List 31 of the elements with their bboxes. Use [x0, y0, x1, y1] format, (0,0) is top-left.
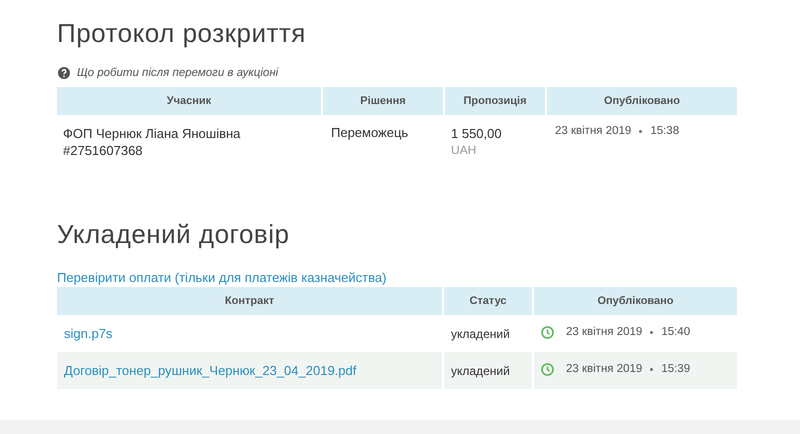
help-link[interactable]: Що робити після перемоги в аукціоні — [77, 67, 278, 79]
status-text: укладений — [451, 364, 510, 378]
participant-name: ФОП Чернюк Ліана Яношівна — [63, 125, 242, 142]
clock-icon — [541, 362, 554, 376]
column-header: Пропозиція — [445, 87, 545, 115]
column-header: Контракт — [57, 287, 442, 315]
bullet-icon — [639, 130, 642, 132]
section-title: Протокол розкриття — [57, 18, 307, 49]
column-header: Статус — [444, 287, 532, 315]
time-text: 15:38 — [650, 125, 680, 137]
bullet-icon — [650, 368, 654, 370]
time-text: 15:39 — [661, 363, 690, 375]
question-icon — [58, 67, 70, 79]
column-header: Опубліковано — [534, 287, 737, 315]
date-text: 23 квітня 2019 — [566, 326, 642, 338]
section-title: Укладений договір — [57, 219, 290, 250]
column-header: Рішення — [323, 87, 443, 115]
amount-text: 1 550,00 — [451, 125, 503, 142]
currency-text: UAH — [451, 142, 478, 159]
payments-link[interactable]: Перевірити оплати (тільки для платежів казначейства) — [57, 270, 737, 285]
date-text: 23 квітня 2019 — [566, 363, 642, 375]
date-text: 23 квітня 2019 — [555, 125, 632, 137]
decision-text: Переможець — [331, 125, 408, 140]
status-text: укладений — [451, 326, 510, 340]
file-link[interactable]: sign.p7s — [64, 326, 112, 341]
bullet-icon — [650, 330, 654, 334]
clock-icon — [541, 326, 554, 338]
participant-id: #2751607368 — [63, 142, 144, 159]
column-header: Учасник — [57, 87, 321, 115]
column-header: Опубліковано — [547, 87, 737, 115]
time-text: 15:40 — [661, 326, 690, 338]
